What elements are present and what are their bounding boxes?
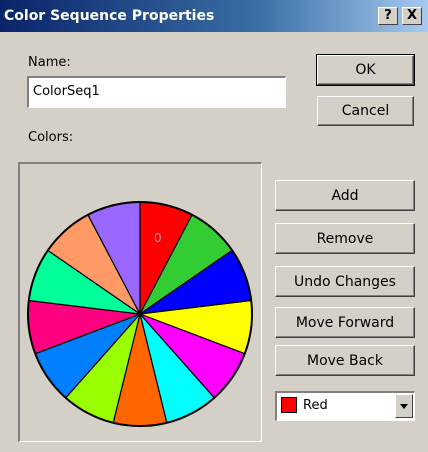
colors-label: Colors: (28, 130, 74, 145)
cancel-button[interactable]: Cancel (317, 96, 414, 126)
title-bar: Color Sequence Properties ? X (0, 0, 428, 32)
color-wheel[interactable]: 0 (20, 164, 261, 441)
selected-index-label: 0 (154, 231, 162, 245)
color-swatch (281, 397, 297, 413)
color-select-value: Red (303, 398, 328, 413)
move-forward-button[interactable]: Move Forward (275, 307, 415, 338)
color-select[interactable]: Red (275, 391, 415, 421)
undo-changes-button[interactable]: Undo Changes (275, 266, 415, 297)
add-button[interactable]: Add (275, 180, 415, 211)
colors-panel[interactable]: 0 (18, 162, 262, 442)
remove-button[interactable]: Remove (275, 223, 415, 254)
move-back-button[interactable]: Move Back (275, 345, 415, 376)
dropdown-arrow-icon[interactable] (395, 394, 413, 418)
window-title: Color Sequence Properties (4, 8, 215, 24)
name-input[interactable]: ColorSeq1 (27, 76, 286, 108)
name-label: Name: (28, 55, 71, 70)
close-button[interactable]: X (402, 7, 422, 25)
help-button[interactable]: ? (378, 7, 398, 25)
ok-button[interactable]: OK (316, 54, 415, 86)
